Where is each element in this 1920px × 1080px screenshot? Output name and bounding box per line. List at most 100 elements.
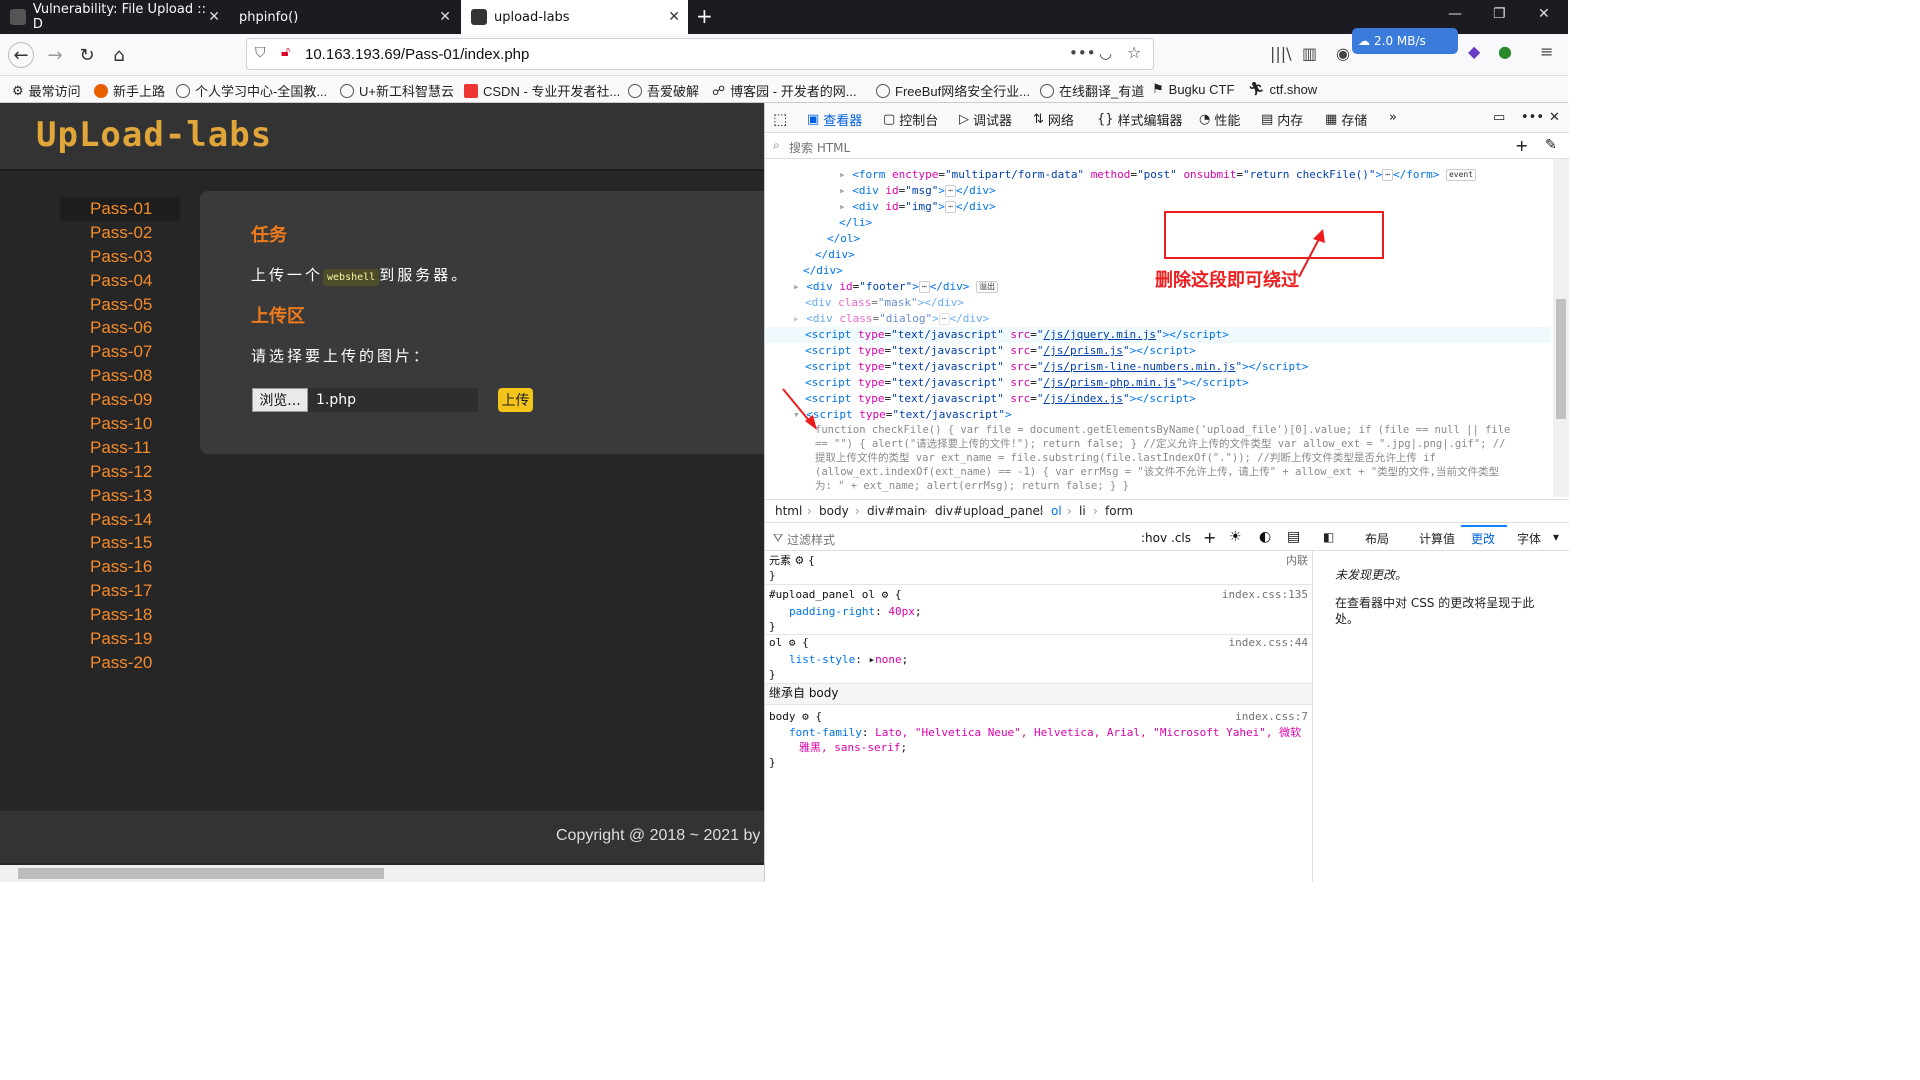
close-tab-icon[interactable]: ✕ (668, 9, 680, 25)
pass-item[interactable]: Pass-04 (60, 269, 180, 293)
tab-changes[interactable]: 更改 (1471, 530, 1495, 547)
upload-button[interactable]: 上传 (498, 388, 533, 412)
chevron-down-icon[interactable]: ▾ (1553, 530, 1559, 544)
bookmark-item[interactable]: U+新工科智慧云 (340, 81, 454, 100)
tab-debugger[interactable]: ▷ 调试器 (959, 110, 1012, 129)
scrollbar-thumb[interactable] (18, 868, 384, 879)
pass-item[interactable]: Pass-03 (60, 245, 180, 269)
url-text[interactable]: 10.163.193.69/Pass-01/index.php (305, 46, 529, 63)
pass-item[interactable]: Pass-05 (60, 293, 180, 317)
rule-declaration[interactable]: padding-right: 40px; (789, 604, 921, 619)
pass-item[interactable]: Pass-11 (60, 436, 180, 460)
tab-storage[interactable]: ▦ 存储 (1325, 110, 1367, 129)
restore-icon[interactable]: ❐ (1493, 6, 1506, 22)
pass-item[interactable]: Pass-08 (60, 364, 180, 388)
browse-button[interactable]: 浏览... (252, 388, 308, 412)
pass-item[interactable]: Pass-17 (60, 579, 180, 603)
library-icon[interactable]: |||\ (1270, 44, 1292, 63)
new-tab-icon[interactable]: + (696, 4, 713, 28)
insecure-lock-icon[interactable]: 🔓︎ (281, 44, 290, 60)
element-picker-icon[interactable]: ⬚ (773, 110, 787, 128)
dock-icon[interactable]: ▭ (1493, 110, 1505, 125)
print-icon[interactable]: ▤ (1287, 529, 1300, 545)
hov-toggle[interactable]: :hov (1141, 531, 1167, 545)
pass-item[interactable]: Pass-14 (60, 508, 180, 532)
computed-panel-icon[interactable]: ◧ (1323, 530, 1334, 544)
breadcrumb-item[interactable]: html (775, 504, 802, 518)
bookmark-item[interactable]: FreeBuf网络安全行业... (876, 81, 1030, 100)
sidebar-icon[interactable]: ▥ (1302, 44, 1317, 63)
tab-style-editor[interactable]: {} 样式编辑器 (1097, 110, 1183, 129)
home-icon[interactable]: ⌂ (106, 42, 132, 68)
breadcrumb-item[interactable]: div#main (867, 504, 925, 518)
url-bar[interactable]: ⛉ 🔓︎ 10.163.193.69/Pass-01/index.php •••… (246, 38, 1154, 70)
breadcrumb-item[interactable]: form (1105, 504, 1133, 518)
pass-item[interactable]: Pass-10 (60, 412, 180, 436)
pass-item[interactable]: Pass-02 (60, 221, 180, 245)
scrollbar-thumb[interactable] (1556, 299, 1566, 419)
shield-icon[interactable]: ⛉ (255, 45, 266, 61)
rule-source[interactable]: index.css:44 (1229, 635, 1308, 650)
cls-toggle[interactable]: .cls (1171, 531, 1191, 545)
tab-inspector[interactable]: ▣ 查看器 (807, 110, 862, 129)
tab-phpinfo[interactable]: phpinfo() ✕ (229, 0, 459, 34)
breadcrumb-item[interactable]: ol (1051, 504, 1062, 518)
pass-item[interactable]: Pass-16 (60, 555, 180, 579)
eyedropper-icon[interactable]: ✎ (1545, 137, 1557, 153)
file-name-field[interactable]: 1.php (308, 388, 478, 412)
options-icon[interactable]: ••• (1521, 110, 1544, 125)
download-speed-badge[interactable]: ☁ 2.0 MB/s (1352, 28, 1458, 54)
page-actions-icon[interactable]: ••• (1069, 44, 1096, 62)
add-rule-icon[interactable]: + (1203, 528, 1216, 547)
dark-mode-icon[interactable]: ◐ (1259, 529, 1271, 545)
pocket-icon[interactable]: ◡ (1099, 44, 1112, 62)
account-icon[interactable]: ◉ (1336, 44, 1350, 63)
bookmark-item[interactable]: CSDN - 专业开发者社... (464, 81, 620, 100)
breadcrumb-item[interactable]: li (1079, 504, 1086, 518)
pass-item[interactable]: Pass-06 (60, 316, 180, 340)
close-devtools-icon[interactable]: ✕ (1549, 110, 1560, 125)
bookmark-item[interactable]: ⚙ 最常访问 (12, 81, 81, 100)
pass-item[interactable]: Pass-01 (60, 197, 180, 221)
close-window-icon[interactable]: ✕ (1538, 6, 1550, 22)
add-node-icon[interactable]: + (1515, 136, 1528, 155)
horizontal-scrollbar[interactable] (0, 865, 764, 882)
light-mode-icon[interactable]: ☀ (1229, 529, 1242, 545)
pass-item[interactable]: Pass-07 (60, 340, 180, 364)
tab-performance[interactable]: ◔ 性能 (1199, 110, 1240, 129)
pass-item[interactable]: Pass-12 (60, 460, 180, 484)
breadcrumb-item[interactable]: body (819, 504, 849, 518)
back-icon[interactable]: ← (8, 42, 34, 68)
bookmark-item[interactable]: 个人学习中心-全国教... (176, 81, 327, 100)
close-tab-icon[interactable]: ✕ (439, 9, 451, 25)
tab-layout[interactable]: 布局 (1365, 530, 1389, 547)
rule-source[interactable]: index.css:135 (1222, 587, 1308, 602)
bookmark-item[interactable]: 🏃︎ ctf.show (1248, 81, 1317, 97)
bookmark-star-icon[interactable]: ☆ (1127, 43, 1141, 62)
pass-item[interactable]: Pass-19 (60, 627, 180, 651)
tab-dvwa[interactable]: Vulnerability: File Upload :: D ✕ (0, 0, 228, 34)
tab-console[interactable]: ▢ 控制台 (883, 110, 938, 129)
extension-icon[interactable]: ● (1498, 42, 1512, 61)
tab-fonts[interactable]: 字体 (1517, 530, 1541, 547)
rule-declaration[interactable]: list-style: ▸none; (789, 652, 908, 667)
rule-source[interactable]: 内联 (1286, 553, 1308, 568)
pass-item[interactable]: Pass-15 (60, 531, 180, 555)
bookmark-item[interactable]: 吾爱破解 (628, 81, 699, 100)
bookmark-item[interactable]: 新手上路 (94, 81, 165, 100)
breadcrumb-item[interactable]: div#upload_panel (935, 504, 1043, 518)
tab-computed[interactable]: 计算值 (1419, 530, 1455, 547)
tab-network[interactable]: ⇅ 网络 (1033, 110, 1074, 129)
menu-icon[interactable]: ≡ (1540, 42, 1553, 61)
forward-icon[interactable]: → (42, 42, 68, 68)
tab-memory[interactable]: ▤ 内存 (1261, 110, 1303, 129)
rule-source[interactable]: index.css:7 (1235, 709, 1308, 724)
pass-item[interactable]: Pass-20 (60, 651, 180, 675)
more-tools-icon[interactable]: » (1389, 110, 1397, 125)
close-tab-icon[interactable]: ✕ (208, 9, 220, 25)
minimize-icon[interactable]: — (1448, 6, 1462, 22)
reload-icon[interactable]: ↻ (74, 42, 100, 68)
site-logo[interactable]: UpLoad-labs (36, 115, 272, 155)
vertical-scrollbar[interactable] (1553, 159, 1569, 497)
tab-upload-labs[interactable]: upload-labs ✕ (461, 0, 688, 34)
